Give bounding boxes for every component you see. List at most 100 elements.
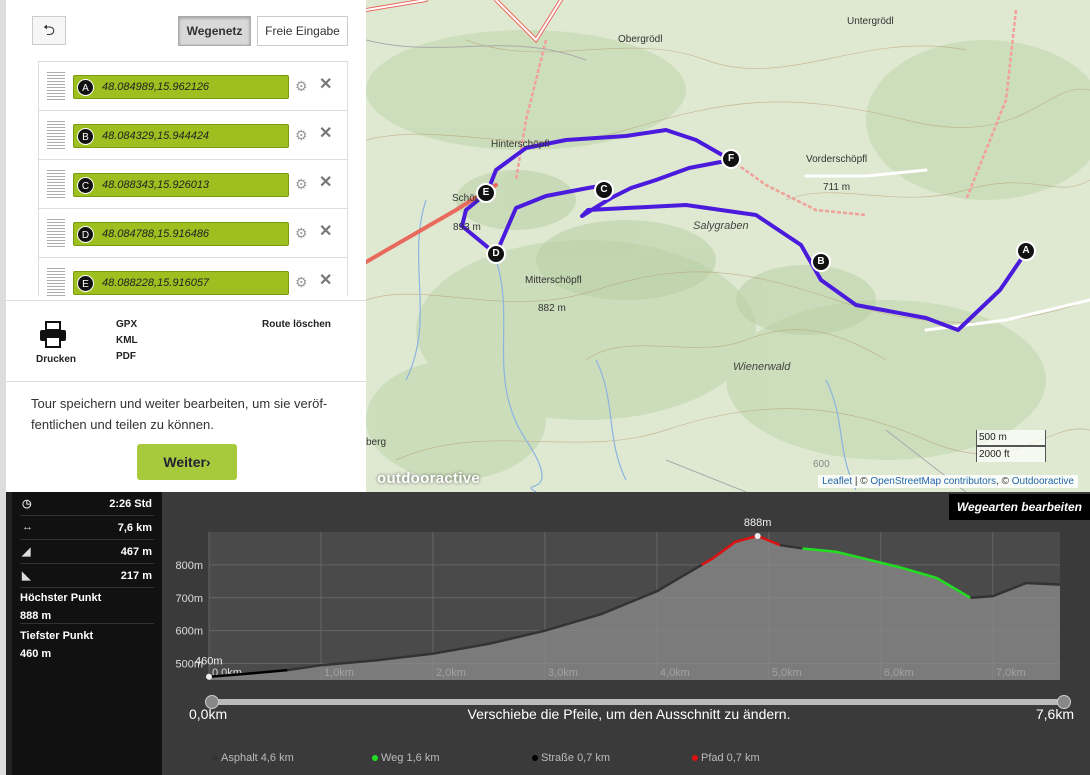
tour-stats: ◷ 2:26 Std ↔ 7,6 km ◢ 467 m ◣ 217 m Höch… <box>12 492 162 775</box>
export-gpx-link[interactable]: GPX <box>116 319 137 330</box>
clock-icon: ◷ <box>22 498 32 510</box>
outdooractive-logo: outdooractive <box>377 470 481 487</box>
legend-weg-dot <box>372 755 378 762</box>
print-label[interactable]: Drucken <box>36 354 76 365</box>
legend-strasse-dot <box>532 755 538 762</box>
waypoint-row: B 48.084329,15.944424 ⚙ ✕ <box>38 111 348 160</box>
place-schop-elevation: 893 m <box>453 222 481 233</box>
osm-link[interactable]: OpenStreetMap contributors <box>870 476 996 487</box>
slider-start-label: 0,0km <box>189 706 228 722</box>
place-untergrodl: Untergrödl <box>847 16 894 27</box>
save-hint-text: Tour speichern und weiter bearbeiten, um… <box>31 396 328 432</box>
legend-pfad-label: Pfad 0,7 km <box>701 752 760 764</box>
highest-label: Höchster Punkt <box>20 592 102 604</box>
undo-button[interactable]: ⮌ <box>32 16 66 45</box>
close-icon[interactable]: ✕ <box>319 175 332 191</box>
min-label: 460m <box>195 656 223 668</box>
close-icon[interactable]: ✕ <box>319 273 332 289</box>
map-view[interactable]: Untergrödl Obergrödl Hinterschöpfl Vorde… <box>366 0 1090 492</box>
place-mitterschopfl: Mitterschöpfl <box>525 275 582 286</box>
drag-handle-icon[interactable] <box>47 170 65 198</box>
y-tick-label: 700m <box>175 593 203 605</box>
ascent-icon: ◢ <box>22 546 31 558</box>
place-mitterschopfl-elevation: 882 m <box>538 303 566 314</box>
elevation-chart-area: Wegearten bearbeiten 500m 600m 700m 800m 0,0… <box>162 492 1090 775</box>
highest-value: 888 m <box>20 610 52 622</box>
delete-route-link[interactable]: Route löschen <box>262 319 331 330</box>
gear-icon[interactable]: ⚙ <box>295 275 308 289</box>
outdooractive-link[interactable]: Outdooractive <box>1012 476 1074 487</box>
attrib-separator-2: , © <box>996 476 1012 487</box>
place-salygraben: Salygraben <box>693 220 749 232</box>
waypoint-row: A 48.084989,15.962126 ⚙ ✕ <box>38 62 348 111</box>
printer-icon[interactable] <box>38 321 68 349</box>
elevation-chart: 500m600m700m800m0,0km1,0km2,0km3,0km4,0k… <box>175 517 1061 680</box>
max-point <box>754 532 761 539</box>
waypoint-coordinates[interactable]: 48.084989,15.962126 <box>102 81 209 93</box>
gear-icon[interactable]: ⚙ <box>295 177 308 191</box>
duration-value: 2:26 Std <box>109 498 152 510</box>
map-scale: 500 m 2000 ft <box>976 430 1046 462</box>
drag-handle-icon[interactable] <box>47 72 65 100</box>
lowest-value: 460 m <box>20 648 52 660</box>
waypoint-input[interactable]: B 48.084329,15.944424 <box>73 124 289 148</box>
mode-wegenetz-button[interactable]: Wegenetz <box>178 16 251 46</box>
stat-highest: Höchster Punkt 888 m <box>20 588 154 624</box>
toolbar: ⮌ Wegenetz Freie Eingabe <box>32 16 352 46</box>
drag-handle-icon[interactable] <box>47 219 65 247</box>
route-marker-e[interactable]: E <box>476 183 496 203</box>
waypoint-row: C 48.088343,15.926013 ⚙ ✕ <box>38 160 348 209</box>
place-vorderschopfl-elevation: 711 m <box>823 182 851 193</box>
route-marker-f[interactable]: F <box>721 149 741 169</box>
elevation-panel: ◷ 2:26 Std ↔ 7,6 km ◢ 467 m ◣ 217 m Höch… <box>0 492 1090 775</box>
drag-handle-icon[interactable] <box>47 121 65 149</box>
close-icon[interactable]: ✕ <box>319 126 332 142</box>
waypoint-input[interactable]: D 48.084788,15.916486 <box>73 222 289 246</box>
gear-icon[interactable]: ⚙ <box>295 226 308 240</box>
descent-icon: ◣ <box>22 570 31 582</box>
gear-icon[interactable]: ⚙ <box>295 79 308 93</box>
drag-handle-icon[interactable] <box>47 268 65 296</box>
place-obergrodl: Obergrödl <box>618 34 663 45</box>
descent-value: 217 m <box>120 570 152 582</box>
mode-freie-eingabe-button[interactable]: Freie Eingabe <box>257 16 348 46</box>
continue-button[interactable]: Weiter› <box>137 444 237 480</box>
slider-end-label: 7,6km <box>1035 706 1074 722</box>
legend-strasse-label: Straße 0,7 km <box>541 752 611 764</box>
slider-hint: Verschiebe die Pfeile, um den Ausschnitt… <box>467 706 791 722</box>
route-marker-c[interactable]: C <box>594 180 614 200</box>
waypoint-input[interactable]: E 48.088228,15.916057 <box>73 271 289 295</box>
lowest-label: Tiefster Punkt <box>20 630 94 642</box>
export-pdf-link[interactable]: PDF <box>116 351 136 362</box>
route-marker-a[interactable]: A <box>1016 241 1036 261</box>
route-editor-panel: ⮌ Wegenetz Freie Eingabe A 48.084989,15.9… <box>0 0 366 492</box>
map-canvas <box>366 0 1090 492</box>
gear-icon[interactable]: ⚙ <box>295 128 308 142</box>
legend-weg-label: Weg 1,6 km <box>381 752 440 764</box>
waypoint-coordinates[interactable]: 48.088343,15.926013 <box>102 179 209 191</box>
map-attribution: Leaflet | © OpenStreetMap contributors, … <box>818 475 1078 488</box>
waypoint-input[interactable]: C 48.088343,15.926013 <box>73 173 289 197</box>
ascent-value: 467 m <box>120 546 152 558</box>
waypoint-coordinates[interactable]: 48.084788,15.916486 <box>102 228 209 240</box>
distance-icon: ↔ <box>22 521 33 533</box>
stat-ascent: ◢ 467 m <box>20 540 154 564</box>
waypoint-letter-badge: A <box>77 79 94 96</box>
export-kml-link[interactable]: KML <box>116 335 138 346</box>
waypoint-input[interactable]: A 48.084989,15.962126 <box>73 75 289 99</box>
route-marker-b[interactable]: B <box>811 252 831 272</box>
place-wienerwald: Wienerwald <box>733 361 791 373</box>
waypoint-coordinates[interactable]: 48.084329,15.944424 <box>102 130 209 142</box>
waypoint-coordinates[interactable]: 48.088228,15.916057 <box>102 277 209 289</box>
close-icon[interactable]: ✕ <box>319 224 332 240</box>
legend-pfad-dot <box>692 755 698 762</box>
contour-label-600: 600 <box>813 459 830 470</box>
distance-value: 7,6 km <box>117 522 152 534</box>
waypoint-row: D 48.084788,15.916486 ⚙ ✕ <box>38 209 348 258</box>
close-icon[interactable]: ✕ <box>319 77 332 93</box>
place-berg: berg <box>366 437 387 448</box>
range-slider-track[interactable] <box>205 695 1071 709</box>
leaflet-link[interactable]: Leaflet <box>822 476 852 487</box>
stat-distance: ↔ 7,6 km <box>20 516 154 540</box>
route-marker-d[interactable]: D <box>486 244 506 264</box>
